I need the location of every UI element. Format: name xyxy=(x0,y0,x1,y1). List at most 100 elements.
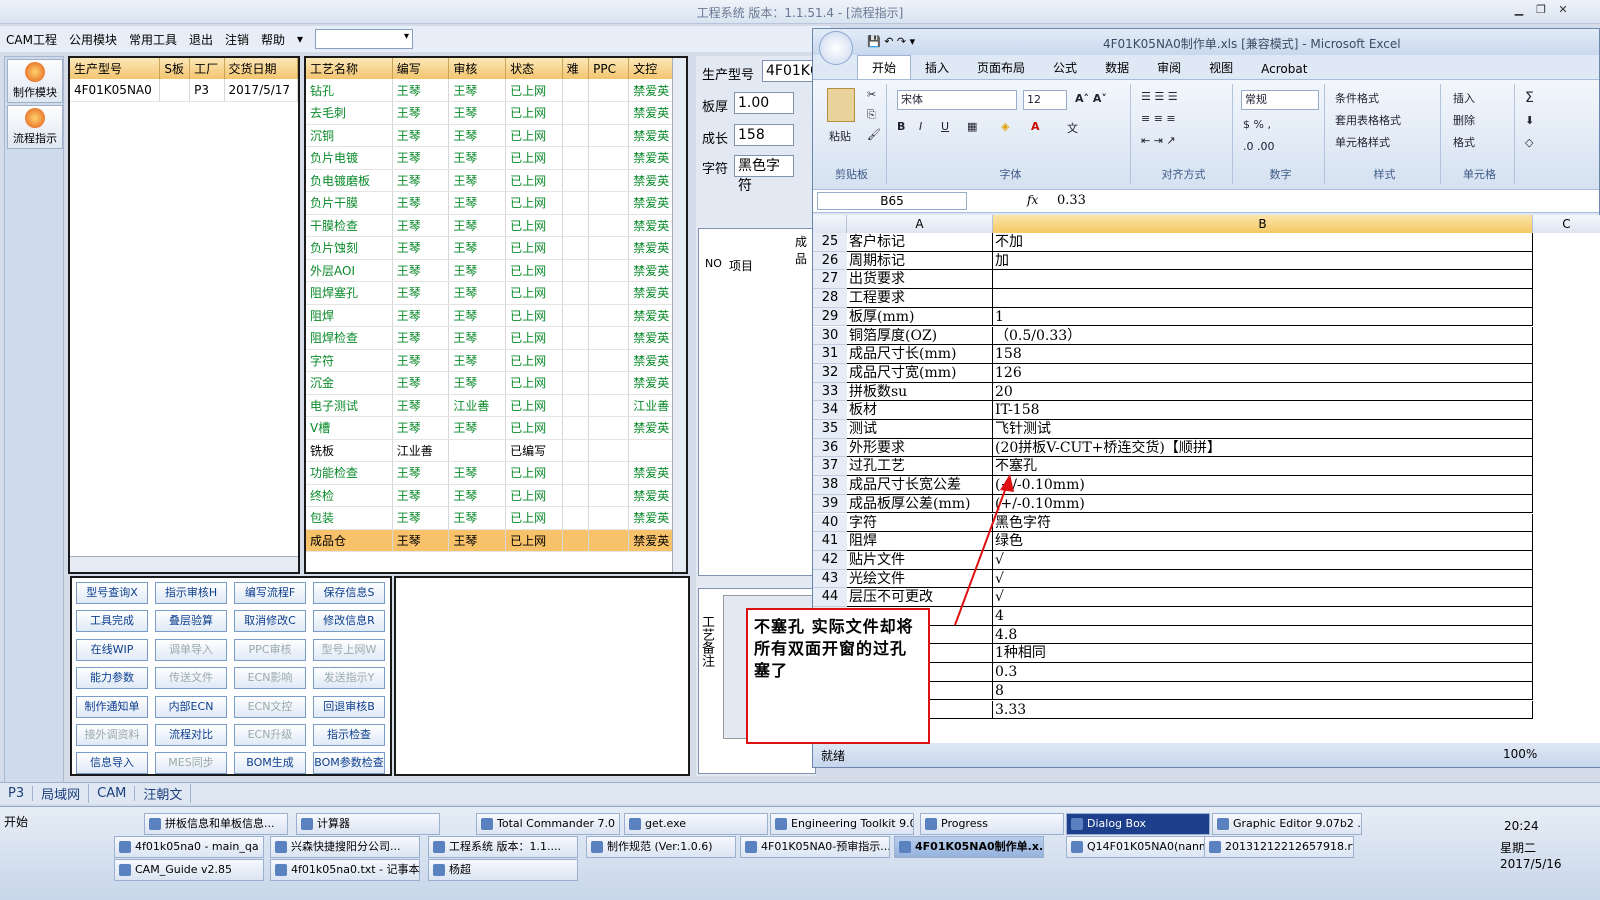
cell-a[interactable]: 拼板数su xyxy=(847,382,993,402)
delete-cell-button[interactable]: 删除 xyxy=(1453,112,1475,128)
table-row[interactable]: 铣板 江业善 已编写 xyxy=(306,439,686,462)
table-format-button[interactable]: 套用表格格式 xyxy=(1335,112,1401,128)
row-header[interactable]: 32 xyxy=(813,363,847,383)
cut-icon[interactable]: ✂ xyxy=(867,88,876,101)
action-button[interactable]: BOM生成 xyxy=(234,752,306,775)
restore-icon[interactable]: ❐ xyxy=(1532,3,1550,19)
cell-b[interactable]: 4 xyxy=(993,607,1533,626)
format-cell-button[interactable]: 格式 xyxy=(1453,134,1475,150)
table-row[interactable]: 负片蚀刻 王琴 王琴 已上网 禁爱英 xyxy=(306,236,686,260)
cell-a[interactable]: 成品尺寸长(mm) xyxy=(847,345,993,364)
table-row[interactable]: 字符 王琴 王琴 已上网 禁爱英 xyxy=(306,349,686,372)
taskbar-item[interactable]: 工程系统 版本：1.1.... xyxy=(428,836,578,858)
action-button[interactable]: 能力参数 xyxy=(76,667,148,690)
horizontal-scrollbar[interactable] xyxy=(70,556,298,572)
action-button[interactable]: 叠层验算 xyxy=(155,610,227,633)
tab-review[interactable]: 审阅 xyxy=(1143,56,1195,79)
zoom-level[interactable]: 100% xyxy=(1503,747,1537,761)
action-button[interactable]: 内部ECN xyxy=(155,695,227,718)
clear-icon[interactable]: ◇ xyxy=(1525,136,1533,149)
align-left-icon[interactable]: ≡ ≡ ≡ xyxy=(1141,112,1176,125)
column-header-c[interactable]: C xyxy=(1533,215,1600,233)
cell-a[interactable]: 铜箔厚度(OZ) xyxy=(847,326,993,346)
process-column-header[interactable]: 工艺名称 xyxy=(306,58,393,79)
row-header[interactable]: 26 xyxy=(813,251,847,271)
table-row[interactable]: 钻孔 王琴 王琴 已上网 禁爱英 xyxy=(306,79,686,102)
action-button[interactable]: ECN升级 xyxy=(234,724,306,746)
close-icon[interactable]: ✕ xyxy=(1554,3,1572,19)
row-header[interactable]: 35 xyxy=(813,420,847,439)
paste-label[interactable]: 粘贴 xyxy=(829,128,851,144)
taskbar-item[interactable]: Graphic Editor 9.07b2 ... xyxy=(1212,813,1362,835)
taskbar-item[interactable]: 4F01K05NA0-预审指示... xyxy=(740,836,890,858)
taskbar-item[interactable]: 4f01k05na0 - main_qa xyxy=(114,836,264,858)
table-row[interactable]: 阻焊检查 王琴 王琴 已上网 禁爱英 xyxy=(306,326,686,350)
action-button[interactable]: ECN文控 xyxy=(234,695,306,718)
table-row[interactable]: 4F01K05NA0 P3 2017/5/17 xyxy=(70,79,298,102)
row-header[interactable]: 44 xyxy=(813,588,847,607)
order-column-header[interactable]: 工厂 xyxy=(189,58,225,79)
row-header[interactable]: 25 xyxy=(813,233,847,252)
process-column-header[interactable]: 编写 xyxy=(392,58,450,79)
name-box[interactable]: B65 xyxy=(817,192,967,210)
row-header[interactable]: 41 xyxy=(813,532,847,551)
taskbar-item[interactable]: Dialog Box xyxy=(1066,813,1210,835)
row-header[interactable]: 39 xyxy=(813,494,847,514)
table-row[interactable]: 负片电镀 王琴 王琴 已上网 禁爱英 xyxy=(306,146,686,170)
cell-b[interactable]: √ xyxy=(993,569,1533,589)
menu-help[interactable]: 帮助 xyxy=(255,31,291,48)
taskbar-item[interactable]: Q14F01K05NA0(nanmin... xyxy=(1066,836,1216,858)
conditional-format-button[interactable]: 条件格式 xyxy=(1335,90,1379,106)
table-row[interactable]: 阻焊塞孔 王琴 王琴 已上网 禁爱英 xyxy=(306,281,686,305)
cell-a[interactable]: 出货要求 xyxy=(847,270,993,290)
tab-data[interactable]: 数据 xyxy=(1091,56,1143,79)
action-button[interactable]: 接外调资料 xyxy=(76,724,148,746)
taskbar-item[interactable]: 制作规范 (Ver:1.0.6) xyxy=(586,836,736,858)
cell-b[interactable]: 加 xyxy=(993,251,1533,271)
menu-logout[interactable]: 注销 xyxy=(219,31,255,48)
column-header-a[interactable]: A xyxy=(847,215,993,233)
minimize-icon[interactable]: ▁ xyxy=(1510,3,1528,19)
action-button[interactable]: 信息导入 xyxy=(76,752,148,775)
grow-font-icon[interactable]: A˄ A˅ xyxy=(1075,92,1107,105)
table-row[interactable]: 包装 王琴 王琴 已上网 禁爱英 xyxy=(306,506,686,530)
action-button[interactable]: 指示检查 xyxy=(313,724,385,746)
insert-cell-button[interactable]: 插入 xyxy=(1453,90,1475,106)
length-field[interactable]: 158 xyxy=(734,124,794,146)
order-column-header[interactable]: 交货日期 xyxy=(224,58,298,79)
process-column-header[interactable]: 审核 xyxy=(448,58,507,79)
action-button[interactable]: 制作通知单 xyxy=(76,695,148,718)
chevron-down-icon[interactable]: ▾ xyxy=(291,32,309,46)
toolbar-combo[interactable] xyxy=(315,29,414,49)
taskbar-item[interactable]: 杨超 xyxy=(428,859,578,881)
action-button[interactable]: BOM参数检查 xyxy=(313,752,385,775)
font-name-field[interactable]: 宋体 xyxy=(897,90,1017,110)
row-header[interactable]: 28 xyxy=(813,289,847,308)
row-header[interactable]: 27 xyxy=(813,270,847,290)
start-button[interactable]: 开始 xyxy=(4,813,28,830)
cell-b[interactable]: 不塞孔 xyxy=(993,457,1533,477)
row-header[interactable]: 29 xyxy=(813,307,847,327)
cell-b[interactable]: （0.5/0.33） xyxy=(993,326,1533,346)
taskbar-item[interactable]: Total Commander 7.0 ... xyxy=(476,813,620,835)
action-button[interactable]: 调单导入 xyxy=(155,638,227,661)
tab-insert[interactable]: 插入 xyxy=(911,56,963,79)
cell-b[interactable] xyxy=(993,270,1533,290)
row-header[interactable]: 38 xyxy=(813,476,847,495)
underline-icon[interactable]: U xyxy=(941,120,949,133)
cell-b[interactable]: (20拼板V-CUT+桥连交货)【顺拼】 xyxy=(993,438,1533,458)
row-header[interactable]: 36 xyxy=(813,438,847,458)
process-column-header[interactable]: 状态 xyxy=(505,58,563,79)
cell-b[interactable]: (+/-0.10mm) xyxy=(993,494,1533,514)
taskbar-item[interactable]: 拼板信息和单板信息... xyxy=(144,813,288,835)
taskbar-item[interactable]: Progress xyxy=(920,813,1064,835)
table-row[interactable]: 外层AOI 王琴 王琴 已上网 禁爱英 xyxy=(306,259,686,282)
font-size-field[interactable]: 12 xyxy=(1023,90,1067,110)
cell-b[interactable]: 8 xyxy=(993,681,1533,701)
cell-b[interactable]: 0.3 xyxy=(993,663,1533,682)
table-row[interactable]: 干膜检查 王琴 王琴 已上网 禁爱英 xyxy=(306,214,686,237)
action-button[interactable]: PPC审核 xyxy=(234,638,306,661)
autosum-icon[interactable]: Σ xyxy=(1525,90,1534,106)
table-row[interactable]: V槽 王琴 王琴 已上网 禁爱英 xyxy=(306,416,686,440)
process-column-header[interactable]: 难 xyxy=(562,58,590,79)
